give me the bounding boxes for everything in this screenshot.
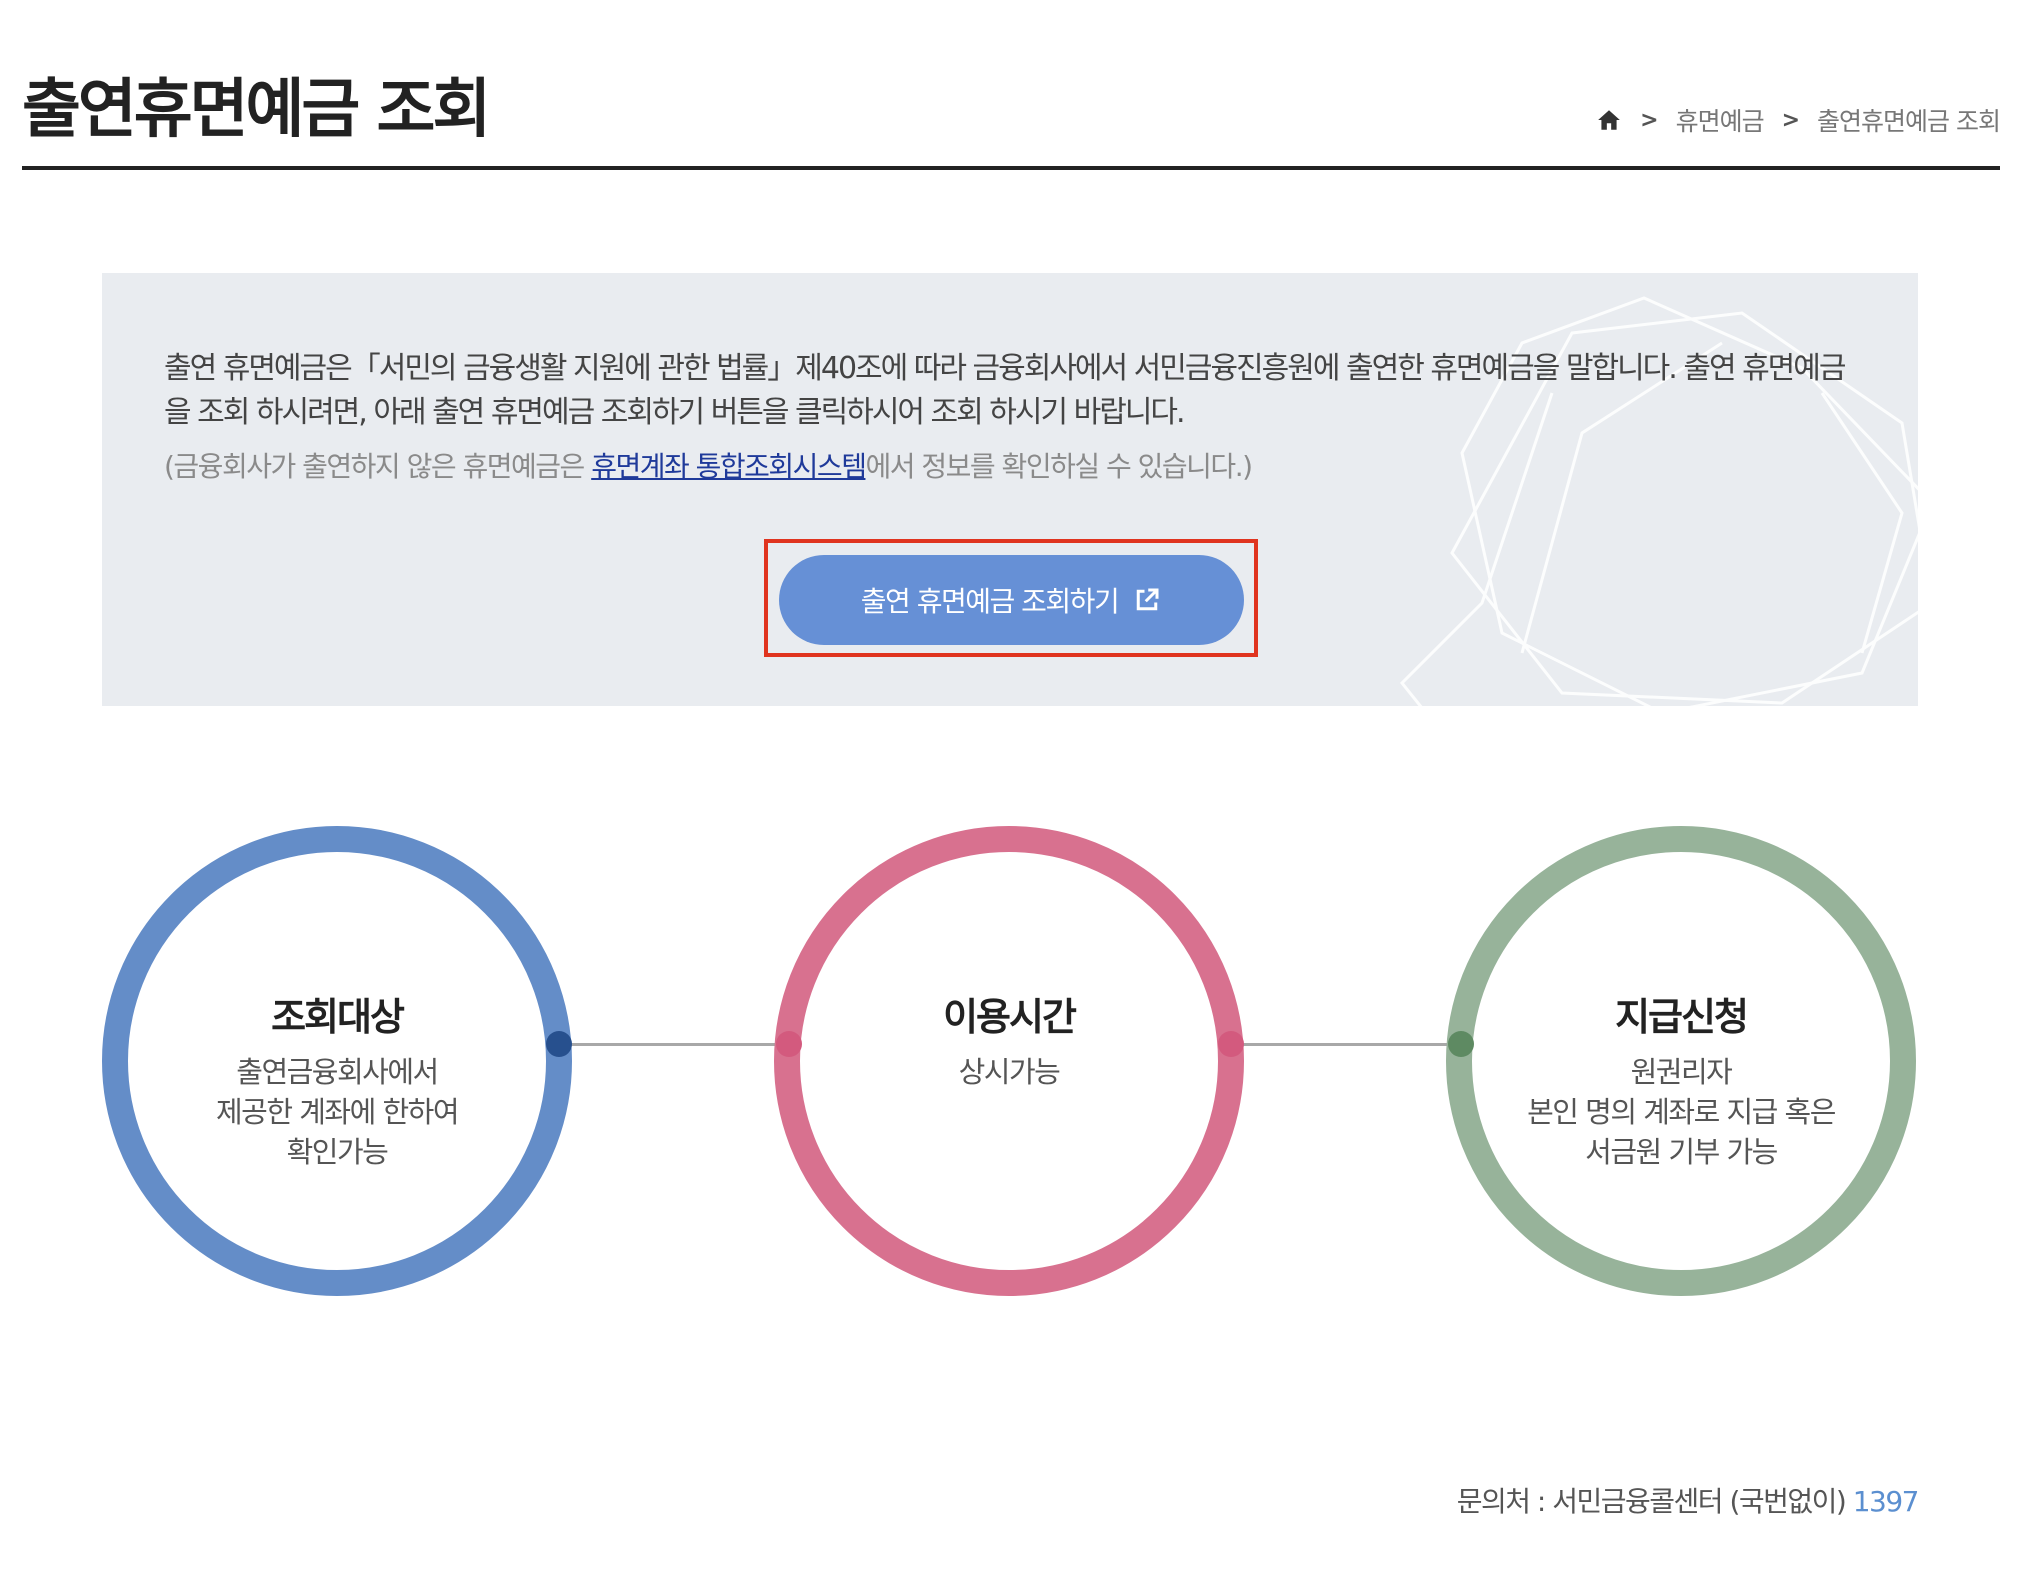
contact-label: 문의처 : 서민금융콜센터 (국번없이) bbox=[1456, 1485, 1847, 1518]
step-description-line: 원권리자 bbox=[1630, 1055, 1733, 1089]
search-button-label: 출연 휴면예금 조회하기 bbox=[860, 585, 1120, 618]
step-connector bbox=[1228, 1043, 1462, 1046]
contact-number[interactable]: 1397 bbox=[1853, 1485, 1920, 1518]
step-description-line: 출연금융회사에서 bbox=[236, 1055, 439, 1089]
step-circle-target: 조회대상 출연금융회사에서 제공한 계좌에 한하여 확인가능 bbox=[102, 826, 572, 1296]
contact-info: 문의처 : 서민금융콜센터 (국번없이) 1397 bbox=[1456, 1480, 1920, 1520]
step-circle-payment: 지급신청 원권리자 본인 명의 계좌로 지급 혹은 서금원 기부 가능 bbox=[1446, 826, 1916, 1296]
dormant-account-system-link[interactable]: 휴면계좌 통합조회시스템 bbox=[591, 450, 867, 483]
page-title: 출연휴면예금 조회 bbox=[22, 73, 491, 147]
step-description: 출연금융회사에서 제공한 계좌에 한하여 확인가능 bbox=[138, 1052, 536, 1172]
step-title: 이용시간 bbox=[943, 995, 1077, 1039]
step-description-line: 본인 명의 계좌로 지급 혹은 bbox=[1527, 1095, 1836, 1129]
step-description-line: 서금원 기부 가능 bbox=[1585, 1135, 1778, 1169]
breadcrumb: > 휴면예금 > 출연휴면예금 조회 bbox=[1596, 102, 2001, 138]
step-description: 상시가능 bbox=[810, 1052, 1208, 1092]
info-note: (금융회사가 출연하지 않은 휴면예금은 휴면계좌 통합조회시스템에서 정보를 … bbox=[164, 445, 1253, 485]
step-description-line: 제공한 계좌에 한하여 bbox=[215, 1095, 460, 1129]
step-description-line: 확인가능 bbox=[286, 1135, 389, 1169]
dormant-deposit-search-button[interactable]: 출연 휴면예금 조회하기 bbox=[779, 555, 1244, 645]
info-note-prefix: (금융회사가 출연하지 않은 휴면예금은 bbox=[164, 450, 592, 483]
step-circle-hours: 이용시간 상시가능 bbox=[774, 826, 1244, 1296]
breadcrumb-separator: > bbox=[1781, 107, 1800, 133]
home-icon[interactable] bbox=[1596, 107, 1622, 133]
title-divider bbox=[22, 166, 2000, 170]
info-note-suffix: 에서 정보를 확인하실 수 있습니다.) bbox=[865, 450, 1253, 483]
connector-dot bbox=[1218, 1031, 1244, 1057]
step-connector bbox=[556, 1043, 790, 1046]
step-description-line: 상시가능 bbox=[958, 1055, 1061, 1089]
info-panel: 출연 휴면예금은「서민의 금융생활 지원에 관한 법률」제40조에 따라 금융회… bbox=[102, 273, 1918, 706]
breadcrumb-separator: > bbox=[1640, 107, 1658, 133]
connector-dot bbox=[776, 1031, 802, 1057]
breadcrumb-item-dormant-deposit[interactable]: 휴면예금 bbox=[1676, 102, 1765, 138]
step-description: 원권리자 본인 명의 계좌로 지급 혹은 서금원 기부 가능 bbox=[1482, 1052, 1880, 1172]
step-title: 지급신청 bbox=[1615, 995, 1749, 1039]
connector-dot bbox=[546, 1031, 572, 1057]
step-title: 조회대상 bbox=[271, 995, 405, 1039]
info-description: 출연 휴면예금은「서민의 금융생활 지원에 관한 법률」제40조에 따라 금융회… bbox=[164, 351, 1846, 430]
connector-dot bbox=[1448, 1031, 1474, 1057]
breadcrumb-item-current[interactable]: 출연휴면예금 조회 bbox=[1817, 102, 2001, 138]
external-link-icon bbox=[1136, 588, 1159, 611]
